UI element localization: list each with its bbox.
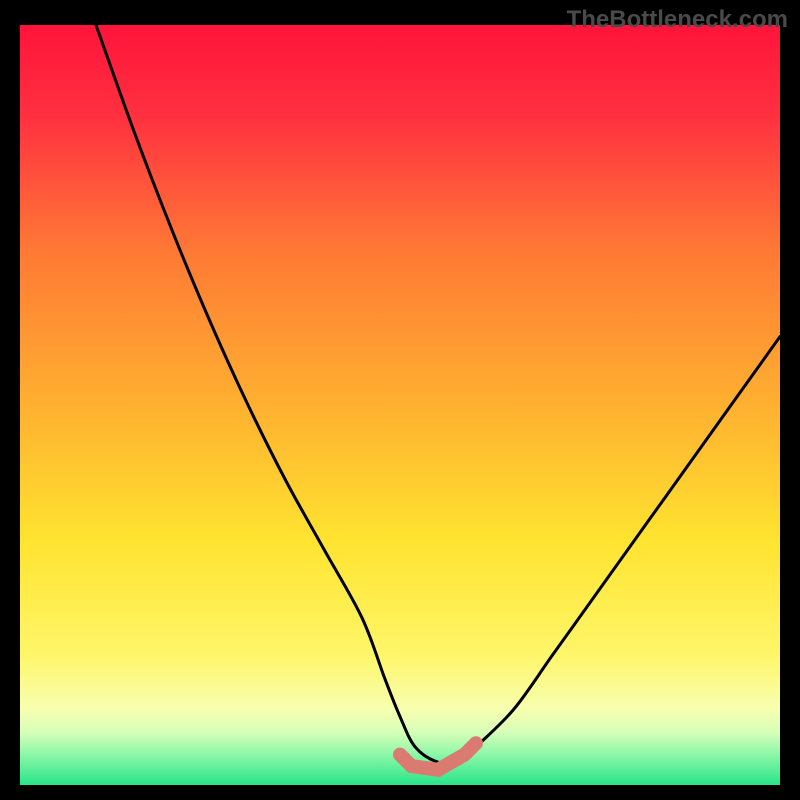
chart-background [20, 25, 780, 785]
watermark-text: TheBottleneck.com [567, 6, 788, 34]
bottleneck-chart [20, 25, 780, 785]
